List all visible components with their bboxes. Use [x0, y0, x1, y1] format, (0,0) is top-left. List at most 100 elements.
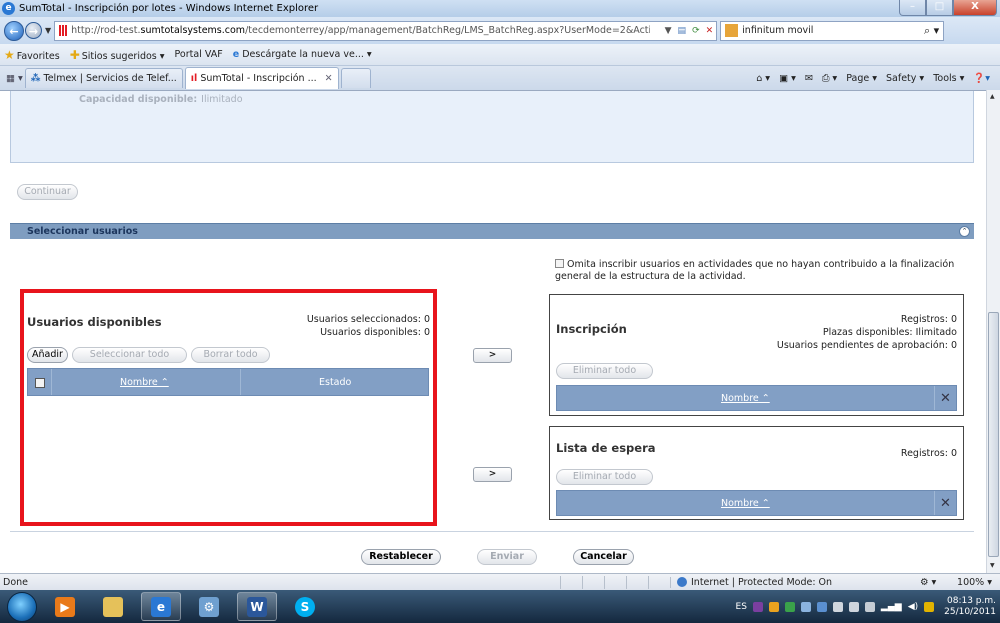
clock-date: 25/10/2011	[944, 606, 996, 617]
select-all-button[interactable]: Seleccionar todo	[72, 347, 187, 363]
globe-icon	[677, 577, 687, 587]
url-domain: sumtotalsystems.com	[140, 25, 246, 36]
available-grid-header: Nombre ⌃ Estado	[27, 368, 429, 396]
new-tab-button[interactable]	[340, 68, 371, 88]
feeds-icon[interactable]: ▣ ▾	[779, 73, 796, 84]
favorites-button[interactable]: ★ Favorites	[4, 48, 60, 62]
onenote-icon[interactable]	[752, 601, 763, 612]
search-box[interactable]: infinitum movil ⌕ ▾	[720, 20, 945, 41]
windows-taskbar: ▶ e ⚙ W S ES ▂▄▆ ◀) 08:13 p.m. 25/10/201…	[0, 590, 1000, 623]
clock[interactable]: 08:13 p.m. 25/10/2011	[944, 596, 996, 618]
taskbar-skype[interactable]: S	[285, 592, 325, 621]
volume-icon[interactable]: ◀)	[908, 602, 918, 612]
close-tab-icon[interactable]: ✕	[325, 73, 333, 84]
cancel-button[interactable]: Cancelar	[573, 549, 634, 565]
refresh-icon[interactable]: ⟳	[692, 26, 700, 36]
scroll-thumb[interactable]	[988, 312, 999, 557]
security-zone[interactable]: Internet | Protected Mode: On	[670, 576, 900, 588]
move-to-waitlist-button[interactable]: >	[473, 467, 512, 482]
fav-item-portal[interactable]: Portal VAF	[175, 49, 223, 60]
fav-item-descargate[interactable]: e Descárgate la nueva ve... ▾	[233, 49, 372, 60]
scroll-down-icon[interactable]: ▼	[990, 562, 995, 569]
back-button[interactable]: ←	[4, 20, 24, 41]
fav-item-sitios[interactable]: ✚ Sitios sugeridos ▾	[70, 48, 165, 62]
col-name-sort[interactable]: Nombre ⌃	[120, 377, 169, 388]
available-users-title: Usuarios disponibles	[27, 315, 162, 329]
start-button[interactable]	[7, 591, 37, 622]
history-dropdown-icon[interactable]: ▼	[45, 26, 51, 35]
waitlist-clear-icon[interactable]: ✕	[934, 491, 956, 515]
selected-count: Usuarios seleccionados: 0	[306, 314, 430, 325]
select-all-checkbox[interactable]	[35, 378, 45, 388]
close-window-button[interactable]: X	[953, 0, 997, 16]
forward-button[interactable]: →	[25, 22, 42, 39]
search-icon[interactable]: ⌕ ▾	[924, 24, 943, 38]
signal-icon[interactable]: ▂▄▆	[881, 602, 902, 612]
tools-menu[interactable]: Tools ▾	[933, 73, 964, 84]
waitlist-remove-all-button[interactable]: Eliminar todo	[556, 469, 653, 485]
stop-icon[interactable]: ✕	[706, 26, 714, 36]
taskbar-network[interactable]: ⚙	[189, 592, 229, 621]
move-to-enrollment-button[interactable]: >	[473, 348, 512, 363]
site-logo-icon	[59, 25, 68, 36]
battery-icon[interactable]	[864, 601, 875, 612]
taskbar-internet-explorer[interactable]: e	[141, 592, 181, 621]
col-status: Estado	[319, 377, 352, 388]
messenger-icon[interactable]	[784, 601, 795, 612]
vertical-scrollbar[interactable]: ▲ ▼	[986, 90, 1000, 573]
collapse-icon[interactable]: ⌃	[959, 226, 970, 237]
enrollment-title: Inscripción	[556, 322, 627, 336]
address-bar[interactable]: http://rod-test. sumtotalsystems.com/tecd…	[54, 20, 718, 41]
send-button[interactable]: Enviar	[477, 549, 537, 565]
sync-icon[interactable]	[800, 601, 811, 612]
enrollment-places: Plazas disponibles: Ilimitado	[822, 327, 957, 338]
bluetooth-icon[interactable]	[816, 601, 827, 612]
tray-app-icon[interactable]	[768, 601, 779, 612]
scroll-up-icon[interactable]: ▲	[990, 93, 995, 100]
enrollment-clear-icon[interactable]: ✕	[934, 386, 956, 410]
clear-all-button[interactable]: Borrar todo	[191, 347, 270, 363]
omit-checkbox[interactable]	[555, 259, 564, 268]
enrollment-remove-all-button[interactable]: Eliminar todo	[556, 363, 653, 379]
enrollment-col-name-sort[interactable]: Nombre ⌃	[721, 393, 770, 404]
available-users-panel: Usuarios disponibles Usuarios selecciona…	[20, 289, 437, 526]
page-menu[interactable]: Page ▾	[846, 73, 877, 84]
tab-sumtotal[interactable]: ıl SumTotal - Inscripción ... ✕	[184, 67, 339, 89]
add-button[interactable]: Añadir	[27, 347, 68, 363]
clock-time: 08:13 p.m.	[947, 595, 996, 606]
continue-button[interactable]: Continuar	[17, 184, 78, 200]
url-prefix: http://rod-test.	[71, 25, 141, 36]
protected-mode-icon[interactable]: ⚙ ▾	[920, 577, 936, 588]
omit-option[interactable]: Omita inscribir usuarios en actividades …	[555, 259, 955, 283]
language-indicator[interactable]: ES	[736, 602, 747, 612]
print-icon[interactable]: ⎙ ▾	[822, 73, 837, 84]
mail-icon[interactable]: ✉	[805, 73, 813, 84]
url-dropdown-icon[interactable]: ▼	[665, 26, 672, 36]
compatibility-icon[interactable]: ▤	[678, 26, 687, 36]
maximize-button[interactable]: □	[926, 0, 953, 16]
help-icon[interactable]: ❓▾	[973, 73, 990, 84]
taskbar-word[interactable]: W	[237, 592, 277, 621]
security-shield-icon[interactable]	[924, 601, 935, 612]
page-viewport: Capacidad disponible: Ilimitado Continuar…	[0, 90, 986, 573]
star-icon: ★	[4, 47, 15, 62]
quick-tabs-icon[interactable]: ▦ ▾	[6, 73, 23, 84]
address-row: ← → ▼ http://rod-test. sumtotalsystems.co…	[0, 17, 1000, 44]
sumtotal-icon: ıl	[190, 73, 198, 84]
window-titlebar: e SumTotal - Inscripción por lotes - Win…	[0, 0, 1000, 17]
tab-telmex[interactable]: ⁂ Telmex | Servicios de Telef...	[24, 68, 183, 88]
safety-menu[interactable]: Safety ▾	[886, 73, 924, 84]
reset-button[interactable]: Restablecer	[361, 549, 441, 565]
search-provider-icon	[725, 24, 739, 37]
search-input[interactable]: infinitum movil	[742, 25, 813, 36]
ie-logo-icon: e	[2, 2, 15, 15]
home-icon[interactable]: ⌂ ▾	[756, 73, 770, 84]
minimize-button[interactable]: –	[899, 0, 926, 16]
action-center-icon[interactable]	[832, 601, 843, 612]
taskbar-explorer[interactable]	[93, 592, 133, 621]
waitlist-col-name-sort[interactable]: Nombre ⌃	[721, 498, 770, 509]
taskbar-media-player[interactable]: ▶	[45, 592, 85, 621]
zoom-level[interactable]: 100% ▾	[957, 577, 1000, 588]
flag-icon[interactable]	[848, 601, 859, 612]
status-text: Done	[3, 576, 28, 588]
